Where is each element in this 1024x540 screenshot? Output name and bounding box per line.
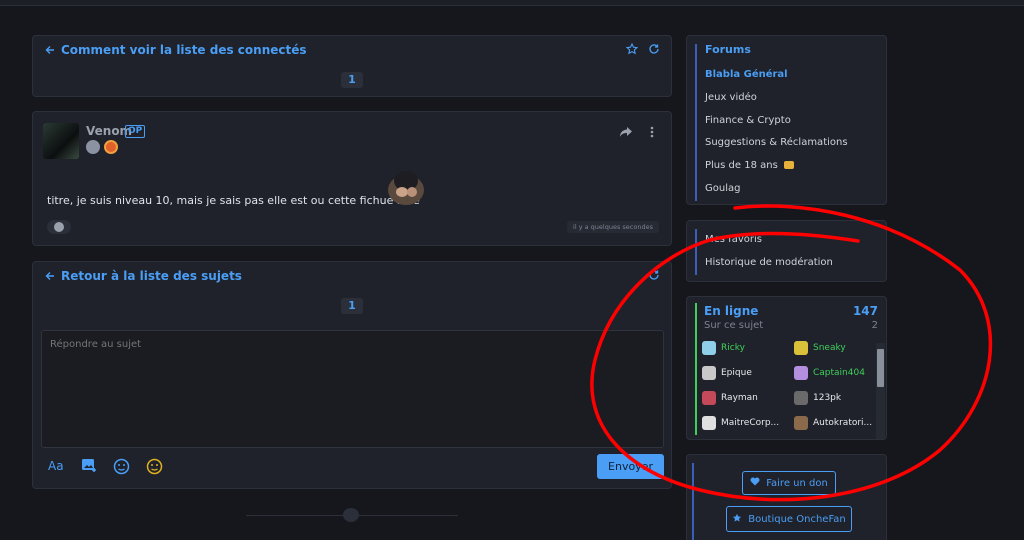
op-badge: OP [125,125,146,138]
shop-label: Boutique OncheFan [748,513,846,525]
online-count: 147 [852,304,878,318]
forum-item-18-plus[interactable]: Plus de 18 ans [705,155,848,178]
back-label: Retour à la liste des sujets [61,269,242,283]
user-avatar [702,416,716,430]
star-icon[interactable] [626,43,638,55]
forum-item-finance[interactable]: Finance & Crypto [705,110,848,133]
online-subcount: 2 [871,320,878,331]
user-name: 123pk [813,393,842,403]
award-badge-icon [104,140,118,154]
smiley-icon [54,222,64,232]
topic-title-link[interactable]: Comment voir la liste des connectés [45,43,307,57]
format-text-button[interactable]: Aa [48,459,64,473]
user-avatar [794,391,808,405]
page-number[interactable]: 1 [341,72,363,88]
user-name: MaitreCorp... [721,418,780,428]
link-favorites[interactable]: Mes favoris [705,229,833,252]
emoji-icon[interactable] [113,458,130,475]
online-user[interactable]: 123pk [794,391,841,405]
more-vertical-icon[interactable] [650,126,654,138]
link-moderation-history[interactable]: Historique de modération [705,252,833,275]
forum-item-18-plus-label: Plus de 18 ans [705,160,778,172]
forum-item-suggestions[interactable]: Suggestions & Réclamations [705,132,848,155]
forum-item-blabla[interactable]: Blabla Général [705,64,848,87]
actions-accent-bar [692,463,694,540]
forum-item-goulag[interactable]: Goulag [705,178,848,201]
user-name: Sneaky [813,343,846,353]
star-icon [732,513,742,526]
arrow-left-icon [45,45,55,55]
top-bar [0,0,1024,6]
reply-card: Retour à la liste des sujets 1 Aa Envoye… [32,261,672,489]
online-user[interactable]: Autokratori... [794,416,872,430]
online-user[interactable]: Ricky [702,341,745,355]
heart-icon [750,477,760,489]
refresh-icon[interactable] [648,43,660,55]
user-avatar [702,391,716,405]
online-card: En ligne 147 Sur ce sujet 2 Ricky Sneaky E… [686,296,887,440]
user-name: Ricky [721,343,745,353]
post-card: Venom OP titre, je suis niveau 10, mais … [32,111,672,246]
arrow-left-icon [45,271,55,281]
forum-item-jeux-video[interactable]: Jeux vidéo [705,87,848,110]
user-avatar [794,416,808,430]
donate-button[interactable]: Faire un don [742,471,836,495]
donate-label: Faire un don [766,477,828,489]
add-image-icon[interactable] [81,458,97,473]
share-icon[interactable] [619,126,633,138]
post-text: titre, je suis niveau 10, mais je sais p… [47,194,420,207]
online-title: En ligne [704,304,759,318]
hand-emoji-icon [783,161,794,170]
user-avatar [702,366,716,380]
online-accent-bar [695,303,697,435]
user-name: Rayman [721,393,758,403]
scrollbar-thumb[interactable] [877,349,884,387]
author-avatar[interactable] [43,123,79,159]
online-user[interactable]: Epique [702,366,752,380]
reaction-button[interactable] [47,220,71,234]
actions-card: Faire un don Boutique OncheFan [686,454,887,540]
topic-title: Comment voir la liste des connectés [61,43,307,57]
footer-logo-icon [343,508,359,522]
reply-textarea[interactable] [41,330,664,448]
page-number[interactable]: 1 [341,298,363,314]
forums-card: Forums Blabla Général Jeux vidéo Finance… [686,35,887,205]
online-subtitle: Sur ce sujet [704,320,764,331]
rank-badge-icon [86,140,100,154]
sticker-icon[interactable] [146,458,163,475]
user-name: Autokratori... [813,418,873,428]
user-avatar [794,341,808,355]
post-timestamp: il y a quelques secondes [567,221,659,233]
topic-header-card: Comment voir la liste des connectés 1 [32,35,672,97]
online-user[interactable]: MaitreCorp... [702,416,779,430]
user-avatar [794,366,808,380]
user-avatar [702,341,716,355]
refresh-icon[interactable] [648,269,660,281]
user-name: Captain404 [813,368,865,378]
user-name: Epique [721,368,752,378]
send-button[interactable]: Envoyer [597,454,664,479]
online-user[interactable]: Rayman [702,391,758,405]
sticker-image [381,166,431,206]
forums-title: Forums [705,43,751,56]
links-card: Mes favoris Historique de modération [686,220,887,282]
scrollbar-track[interactable] [876,343,885,439]
online-user[interactable]: Captain404 [794,366,865,380]
online-user[interactable]: Sneaky [794,341,846,355]
back-to-topics-link[interactable]: Retour à la liste des sujets [45,269,242,283]
shop-button[interactable]: Boutique OncheFan [726,506,852,532]
